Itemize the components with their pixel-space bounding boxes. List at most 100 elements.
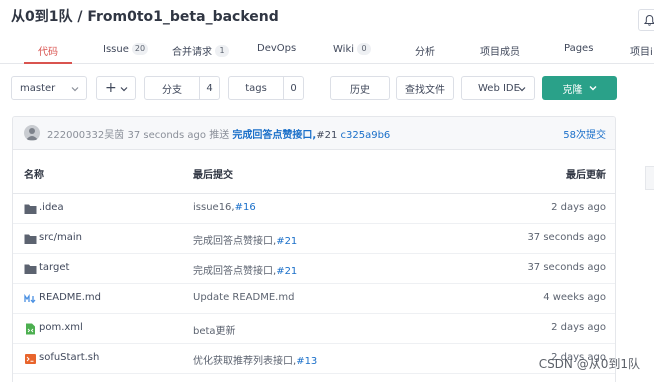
file-name-link[interactable]: README.md [39,292,101,303]
tab-members[interactable]: 项目成员 [480,43,520,58]
file-last-commit: 优化获取推荐列表接口,#13 [193,352,317,367]
active-tab-indicator [24,62,72,64]
tags-count: 0 [283,77,303,99]
chevron-down-icon [589,86,596,91]
bell-icon [643,14,654,26]
file-commit-issue[interactable]: #13 [296,356,317,367]
file-commit-issue[interactable]: #16 [235,202,256,213]
tags-button[interactable]: tags 0 [228,76,304,100]
tab-label: Issue [103,43,129,55]
table-row[interactable]: .idea issue16,#16 2 days ago [13,194,615,224]
file-updated-time: 4 weeks ago [543,292,606,303]
tab-project-settings[interactable]: 项目i [630,43,653,58]
commit-issue-ref[interactable]: #21 [316,130,337,141]
file-name-link[interactable]: .idea [39,202,64,213]
branch-select[interactable]: master [11,76,87,100]
file-last-commit: 完成回答点赞接口,#21 [193,232,297,247]
folder-icon [24,234,37,244]
commit-action: 推送 [209,130,230,141]
tab-code[interactable]: 代码 [38,43,58,58]
file-updated-time: 37 seconds ago [527,232,606,243]
commit-time: 37 seconds ago [127,130,207,141]
table-header: 名称 最后提交 最后更新 [13,150,615,194]
tab-wiki[interactable]: Wiki 0 [333,43,372,55]
file-updated-time: 37 seconds ago [527,262,606,273]
commit-count-link[interactable]: 58次提交 [563,126,606,141]
tab-pages[interactable]: Pages [564,43,593,54]
tab-count-badge: 20 [131,43,149,55]
file-name-link[interactable]: src/main [39,232,82,243]
tab-label: 项目成员 [480,47,520,58]
column-header-name: 名称 [24,170,44,181]
tab-label: 项目i [630,47,653,58]
folder-icon [24,264,37,274]
tab-analytics[interactable]: 分析 [415,43,435,58]
plus-icon: + [105,80,117,96]
file-name-link[interactable]: target [39,262,69,273]
table-row[interactable]: src/main 完成回答点赞接口,#21 37 seconds ago [13,224,615,254]
chevron-down-icon [518,87,526,92]
branches-label: 分支 [162,84,182,96]
side-panel-edge [645,166,654,190]
clone-label: 克隆 [562,84,583,96]
file-commit-message[interactable]: 完成回答点赞接口, [193,236,276,247]
notification-button[interactable] [638,9,654,31]
file-updated-time: 2 days ago [551,202,606,213]
file-name-link[interactable]: pom.xml [39,322,83,333]
branches-button[interactable]: 分支 4 [144,76,220,100]
file-name-link[interactable]: sofuStart.sh [39,352,99,363]
tab-label: 分析 [415,47,435,58]
tab-devops[interactable]: DevOps [257,43,296,54]
user-avatar-icon [26,128,38,140]
avatar[interactable] [24,125,40,141]
file-last-commit: 完成回答点赞接口,#21 [193,262,297,277]
branches-count: 4 [199,77,219,99]
commit-author[interactable]: 222000332吴茵 [47,130,124,141]
file-browser: 222000332吴茵 37 seconds ago 推送 完成回答点赞接口,#… [12,116,616,382]
column-header-last-updated: 最后更新 [566,170,606,181]
last-commit-bar: 222000332吴茵 37 seconds ago 推送 完成回答点赞接口,#… [13,117,615,150]
tab-label: 合并请求 [172,47,212,58]
tab-label: Pages [564,43,594,54]
find-file-button[interactable]: 查找文件 [396,76,454,100]
table-row[interactable]: README.md Update README.md 4 weeks ago [13,284,615,314]
markdown-icon [24,293,36,304]
web-ide-button[interactable]: Web IDE [461,76,535,100]
tab-merge-requests[interactable]: 合并请求 1 [172,43,229,58]
tab-count-badge: 0 [357,43,372,55]
commit-sha[interactable]: c325a9b6 [341,130,391,141]
last-commit-summary: 222000332吴茵 37 seconds ago 推送 完成回答点赞接口,#… [47,126,390,141]
branch-select-value: master [20,82,56,94]
history-button[interactable]: 历史 [330,76,390,100]
table-row[interactable]: target 完成回答点赞接口,#21 37 seconds ago [13,254,615,284]
clone-button[interactable]: 克隆 [542,76,617,100]
tab-label: 代码 [38,47,58,58]
web-ide-label: Web IDE [478,82,520,94]
tags-label: tags [245,82,267,94]
repo-title[interactable]: 从0到1队 / From0to1_beta_backend [11,6,279,26]
tab-issue[interactable]: Issue 20 [103,43,149,55]
table-row[interactable]: sofuStart.sh 优化获取推荐列表接口,#13 2 days ago [13,344,615,374]
file-commit-message[interactable]: beta更新 [193,326,236,337]
file-commit-message[interactable]: issue16, [193,202,235,213]
column-header-last-commit: 最后提交 [193,170,233,181]
file-commit-issue[interactable]: #21 [276,266,297,277]
file-last-commit: Update README.md [193,292,294,303]
add-menu-button[interactable]: + [96,76,136,100]
xml-file-icon [26,323,35,335]
commit-message[interactable]: 完成回答点赞接口, [232,130,316,141]
chevron-down-icon [71,87,79,92]
file-last-commit: beta更新 [193,322,236,337]
folder-icon [24,204,37,214]
tab-count-badge: 1 [215,44,229,57]
file-commit-issue[interactable]: #21 [276,236,297,247]
file-commit-message[interactable]: Update README.md [193,292,294,303]
tab-label: Wiki [333,43,355,55]
shell-file-icon [25,354,36,364]
watermark: CSDN @从0到1队 [538,357,640,371]
chevron-down-icon [120,87,128,92]
file-commit-message[interactable]: 完成回答点赞接口, [193,266,276,277]
tab-label: DevOps [257,43,297,54]
file-commit-message[interactable]: 优化获取推荐列表接口, [193,356,296,367]
table-row[interactable]: pom.xml beta更新 2 days ago [13,314,615,344]
